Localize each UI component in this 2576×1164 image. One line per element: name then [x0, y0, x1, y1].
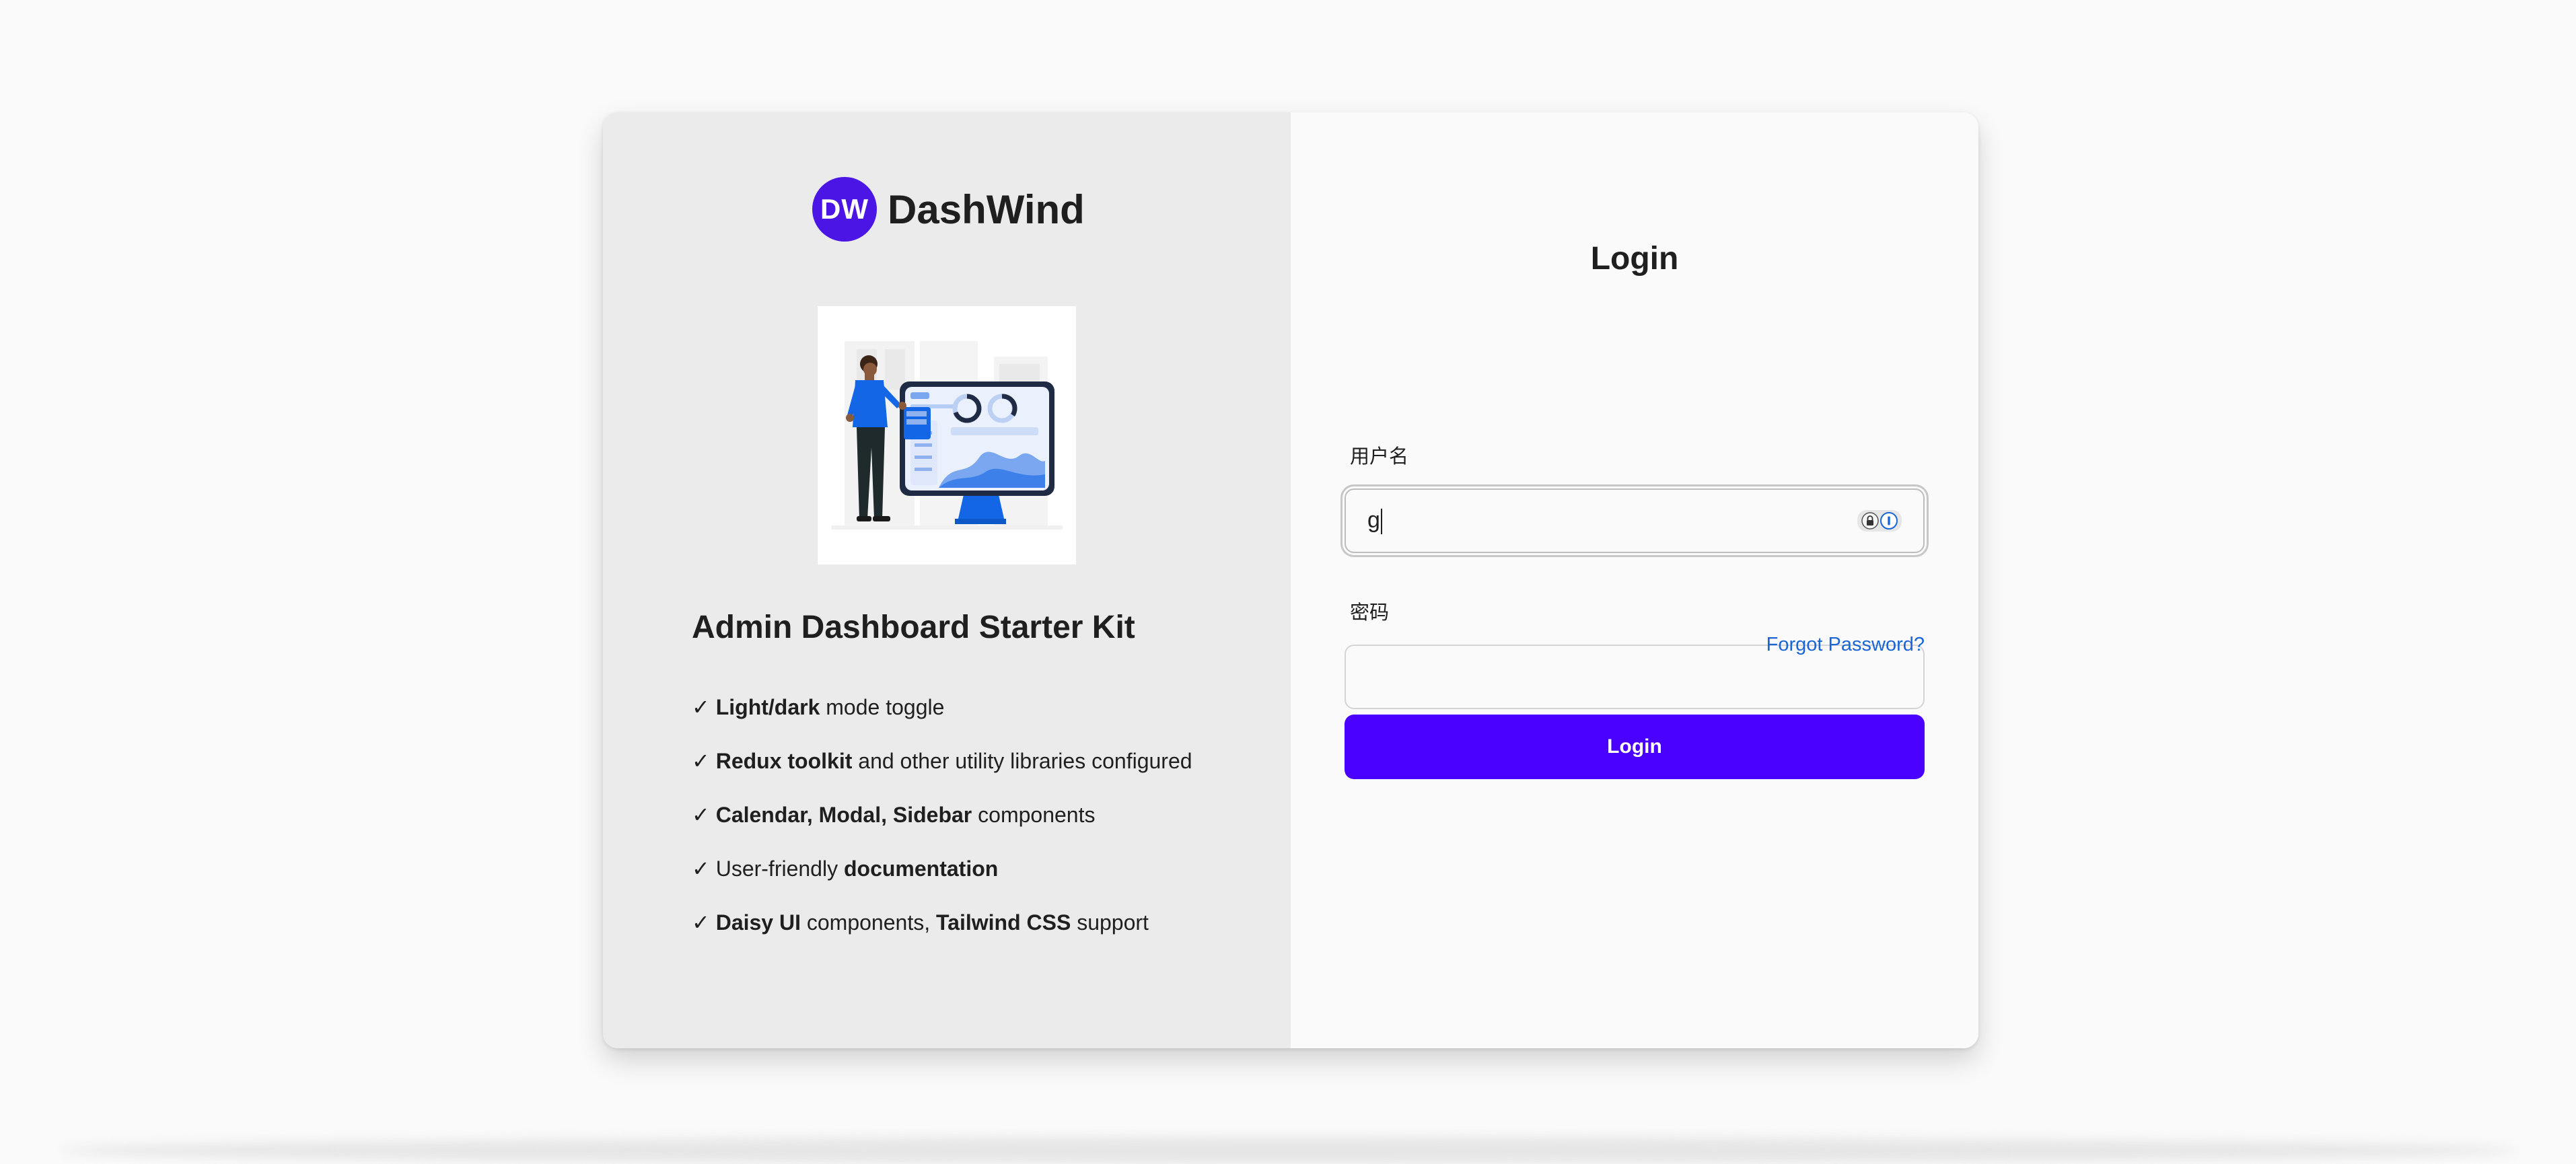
check-icon: ✓: [692, 803, 710, 827]
lock-icon: [1861, 512, 1879, 530]
brand: DW DashWind: [812, 177, 1085, 242]
intro-panel: DW DashWind Admin Dashboard Starter Kit …: [603, 112, 1291, 1048]
bottom-shadow: [61, 1137, 2517, 1164]
password-manager-icon[interactable]: [1857, 510, 1902, 532]
one-password-icon: [1880, 512, 1898, 530]
login-panel: Login 用户名 g 密码 Forgot Password? Login: [1291, 112, 1978, 1048]
text-caret: [1380, 509, 1382, 534]
password-label: 密码: [1350, 602, 1390, 624]
check-icon: ✓: [692, 695, 710, 719]
kit-title: Admin Dashboard Starter Kit: [692, 610, 1135, 645]
check-icon: ✓: [692, 910, 710, 935]
check-icon: ✓: [692, 857, 710, 881]
person-presenting-dashboard-illustration: [818, 306, 1076, 565]
forgot-password-link[interactable]: Forgot Password?: [1766, 634, 1925, 656]
brand-logo: DW: [812, 177, 877, 242]
feature-item: ✓ Calendar, Modal, Sidebar components: [692, 803, 1096, 827]
feature-list: ✓ Light/dark mode toggle ✓ Redux toolkit…: [692, 694, 1192, 963]
username-value: g: [1367, 507, 1380, 533]
feature-item: ✓ Daisy UI components, Tailwind CSS supp…: [692, 910, 1149, 935]
check-icon: ✓: [692, 749, 710, 773]
feature-item: ✓ Redux toolkit and other utility librar…: [692, 749, 1192, 773]
login-card: DW DashWind Admin Dashboard Starter Kit …: [603, 112, 1978, 1048]
brand-name: DashWind: [888, 186, 1085, 232]
feature-item: ✓ User-friendly documentation: [692, 857, 999, 881]
username-input[interactable]: g: [1340, 484, 1929, 557]
hero-illustration: [818, 306, 1076, 565]
username-label: 用户名: [1350, 446, 1409, 468]
feature-item: ✓ Light/dark mode toggle: [692, 695, 945, 719]
login-button[interactable]: Login: [1345, 715, 1925, 779]
login-title: Login: [1590, 241, 1679, 277]
